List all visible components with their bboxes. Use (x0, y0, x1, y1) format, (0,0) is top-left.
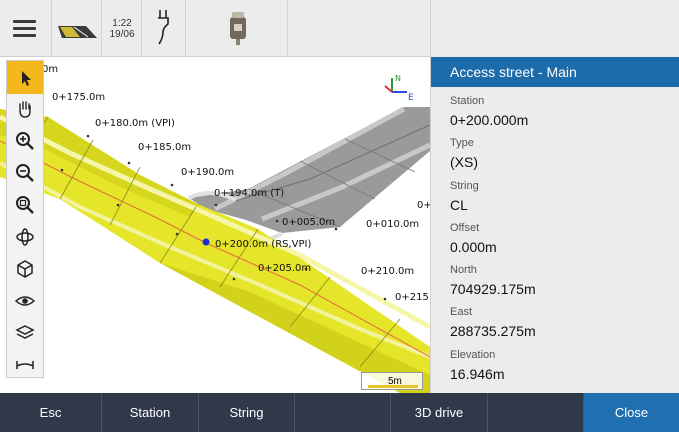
station-label: 0+175.0m (52, 92, 105, 103)
3d-drive-button[interactable]: 3D drive (391, 393, 488, 432)
road-icon[interactable] (52, 0, 102, 57)
station-label: 0+185.0m (138, 142, 191, 153)
field-label: East (450, 306, 473, 318)
softkey-bar: Esc Station String 3D drive Close (0, 393, 679, 432)
zoom-extents-icon[interactable] (7, 188, 43, 221)
esc-button[interactable]: Esc (0, 393, 102, 432)
close-button[interactable]: Close (584, 393, 679, 432)
station-label: 0+205.0m (258, 263, 311, 274)
empty-softkey[interactable] (488, 393, 584, 432)
receiver-icon[interactable] (186, 0, 288, 57)
type-field: Type (XS) (450, 137, 670, 170)
field-value: 0.000m (450, 239, 497, 255)
field-value: 288735.275m (450, 323, 536, 339)
visibility-eye-icon[interactable] (7, 284, 43, 317)
station-label: 0+190.0m (181, 167, 234, 178)
layers-icon[interactable] (7, 316, 43, 349)
field-value: 0+200.000m (450, 112, 529, 128)
station-label: 0+ (417, 200, 430, 211)
string-field: String CL (450, 180, 670, 213)
station-label: 0+215. (395, 292, 430, 303)
station-label: 0+010.0m (366, 219, 419, 230)
selected-station-point[interactable] (202, 238, 210, 246)
station-label: 0m (42, 64, 58, 75)
road-model-scene[interactable]: 0m 0+175.0m 0+180.0m (VPI) 0+185.0m 0+19… (0, 57, 430, 393)
empty-softkey[interactable] (295, 393, 391, 432)
scale-bar: 5m (361, 372, 423, 390)
field-value: 704929.175m (450, 281, 536, 297)
field-label: String (450, 180, 479, 192)
hamburger-menu-icon[interactable] (0, 0, 52, 57)
map-3d-view[interactable]: 0m 0+175.0m 0+180.0m (VPI) 0+185.0m 0+19… (0, 57, 430, 393)
status-bar: 1:22 19/06 (0, 0, 430, 57)
zoom-in-icon[interactable] (7, 124, 43, 157)
zoom-out-icon[interactable] (7, 156, 43, 189)
select-arrow-icon[interactable] (7, 61, 43, 94)
east-field: East 288735.275m (450, 306, 670, 339)
station-label: 0+194.0m (T) (214, 188, 284, 199)
time-date-display[interactable]: 1:22 19/06 (102, 0, 142, 57)
east-axis-label: E (408, 93, 414, 103)
map-toolbar (6, 60, 44, 378)
station-field: Station 0+200.000m (450, 95, 670, 128)
station-label: 0+210.0m (361, 266, 414, 277)
field-label: Offset (450, 222, 480, 234)
north-axis-label: N (395, 74, 401, 83)
station-button[interactable]: Station (102, 393, 199, 432)
string-button[interactable]: String (199, 393, 295, 432)
elevation-field: Elevation 16.946m (450, 349, 670, 382)
field-value: (XS) (450, 154, 478, 170)
date-text: 19/06 (109, 29, 135, 40)
field-label: Station (450, 95, 485, 107)
time-text: 1:22 (112, 18, 132, 29)
field-value: 16.946m (450, 366, 505, 382)
cross-section-icon[interactable] (7, 348, 43, 381)
orbit-icon[interactable] (7, 220, 43, 253)
station-label: 0+180.0m (VPI) (95, 118, 175, 129)
info-panel: Access street - Main Station 0+200.000m … (430, 0, 679, 393)
field-label: Elevation (450, 349, 496, 361)
field-value: CL (450, 197, 468, 213)
field-label: North (450, 264, 477, 276)
power-plug-icon[interactable] (142, 0, 186, 57)
field-label: Type (450, 137, 474, 149)
north-field: North 704929.175m (450, 264, 670, 297)
station-label: 0+200.0m (RS,VPI) (215, 239, 311, 250)
panel-title: Access street - Main (431, 57, 679, 87)
view-cube-icon[interactable] (7, 252, 43, 285)
offset-field: Offset 0.000m (450, 222, 670, 255)
station-label: 0+005.0m (282, 217, 335, 228)
pan-hand-icon[interactable] (7, 92, 43, 125)
